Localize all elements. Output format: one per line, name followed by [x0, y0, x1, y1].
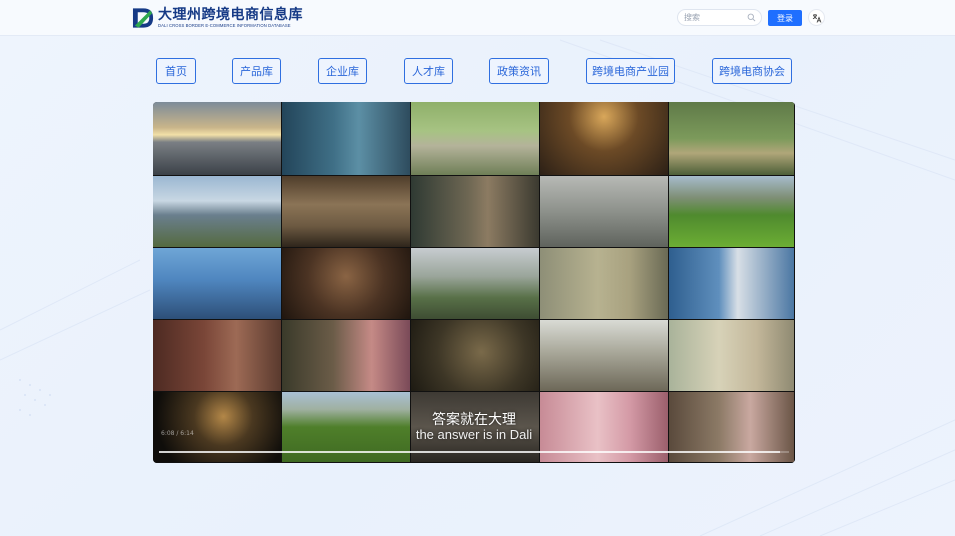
video-frame-boy-with-cat: [540, 248, 669, 320]
video-frame-vr-family: [669, 320, 795, 392]
nav-association[interactable]: 跨境电商协会: [712, 58, 792, 84]
nav-policy-news[interactable]: 政策资讯: [489, 58, 549, 84]
nav-talent[interactable]: 人才库: [404, 58, 453, 84]
video-subtitle-en: the answer is in Dali: [415, 427, 533, 442]
video-frame-courtyard-gathering: [282, 176, 411, 248]
site-logo[interactable]: 大理州跨境电商信息库 DALI CROSS BORDER E-COMMERCE …: [132, 5, 303, 31]
video-frame-hams-shop: [282, 248, 411, 320]
logo-subtitle: DALI CROSS BORDER E-COMMERCE INFORMATION…: [158, 22, 291, 28]
video-frame-camping-tent: [669, 102, 795, 176]
video-frame-mountain-view: [153, 176, 282, 248]
video-frame-rice-field: [669, 176, 795, 248]
video-frame-stairs-child: [540, 176, 669, 248]
promo-video[interactable]: 答案就在大理 the answer is in Dali 6:08 / 6:14: [153, 102, 795, 463]
nav-home[interactable]: 首页: [156, 58, 196, 84]
video-frame-old-street: [540, 320, 669, 392]
video-frame-blue-fabric: [669, 248, 795, 320]
video-frame-hiker: [411, 248, 540, 320]
nav-industrial-park[interactable]: 跨境电商产业园: [586, 58, 675, 84]
top-header: 大理州跨境电商信息库 DALI CROSS BORDER E-COMMERCE …: [0, 0, 955, 36]
video-frame-orchard-women: [411, 102, 540, 176]
video-progress-fill: [159, 451, 780, 453]
login-button[interactable]: 登录: [768, 10, 802, 26]
video-frame-tea-master: [411, 320, 540, 392]
video-subtitle-cn: 答案就在大理: [432, 412, 516, 428]
video-frame-woman-with-dog: [153, 248, 282, 320]
nav-enterprises[interactable]: 企业库: [318, 58, 367, 84]
video-frame-lakeside-sunset: [153, 102, 282, 176]
video-frame-man-glasses: [153, 320, 282, 392]
nav-products[interactable]: 产品库: [232, 58, 281, 84]
video-frame-man-portrait: [411, 176, 540, 248]
translate-icon: [812, 13, 821, 23]
video-frame-gallery: [282, 102, 411, 176]
search-icon[interactable]: [747, 13, 756, 22]
video-progress-bar[interactable]: [159, 451, 789, 453]
search-box[interactable]: [677, 9, 762, 26]
search-input[interactable]: [684, 11, 746, 24]
logo-title: 大理州跨境电商信息库: [158, 6, 303, 23]
video-time: 6:08 / 6:14: [161, 430, 194, 437]
language-button[interactable]: [808, 9, 825, 26]
video-frame-evening-dinner: [540, 102, 669, 176]
video-frame-mother-daughter: [282, 320, 411, 392]
logo-mark-icon: [132, 8, 154, 28]
